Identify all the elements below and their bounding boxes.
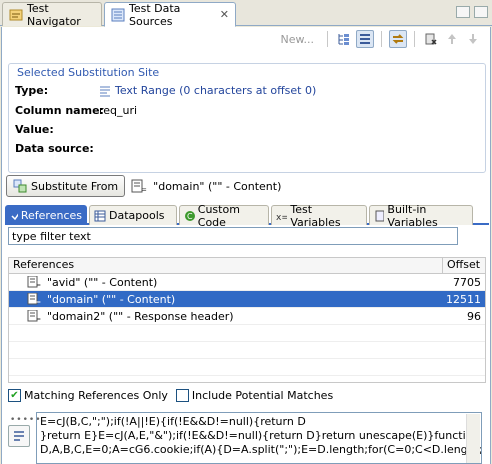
tab-datapools[interactable]: Datapools (89, 205, 177, 225)
svg-text:=: = (36, 282, 41, 288)
column-header-references[interactable]: References (9, 258, 443, 273)
row-label: "domain" ("" - Content) (47, 292, 176, 306)
remove-substitution-icon[interactable] (422, 30, 440, 48)
view-toolbar: New... (1, 27, 491, 51)
tab-custom-code-label: Custom Code (197, 202, 240, 229)
table-row-empty (9, 325, 485, 342)
toolbar-separator (414, 31, 415, 47)
value-label: Value: (15, 123, 54, 136)
checkbox-unchecked[interactable] (175, 389, 189, 402)
type-label: Type: (15, 84, 49, 97)
builtin-variable-icon (375, 210, 385, 221)
tab-test-variables-label: Test Variables (290, 202, 341, 229)
tab-test-variables[interactable]: x= Test Variables (271, 203, 367, 229)
tab-datapools-label: Datapools (109, 209, 165, 222)
tab-references[interactable]: References (5, 205, 87, 225)
toolbar-separator (327, 31, 328, 47)
move-down-icon (464, 30, 482, 48)
matching-references-checkbox[interactable]: ✔ Matching References Only (8, 389, 168, 402)
column-name-label: Column name: (15, 104, 104, 117)
svg-text:=: = (36, 299, 41, 305)
type-value-text: Text Range (0 characters at offset 0) (115, 84, 317, 97)
reference-icon: = (27, 293, 41, 305)
row-offset: 7705 (453, 275, 481, 289)
tree-view-icon[interactable] (335, 30, 353, 48)
svg-text:C: C (187, 212, 193, 221)
code-line: E=cJ(B,C,";");if(!A||!E){if(!E&&D!=null)… (40, 415, 306, 428)
checkbox-label: Matching References Only (24, 389, 168, 402)
tab-test-navigator[interactable]: Test Navigator (2, 1, 102, 28)
custom-code-icon: C (185, 210, 195, 221)
row-offset: 12511 (446, 292, 481, 306)
toolbar-separator (381, 31, 382, 47)
svg-text:x=: x= (276, 213, 287, 222)
substitute-from-label: Substitute From (31, 179, 119, 193)
substitute-current-value: = "domain" ("" - Content) (131, 179, 281, 193)
svg-text:=: = (36, 316, 41, 322)
list-view-icon[interactable] (356, 30, 374, 48)
reference-icon: = (27, 276, 41, 288)
table-row-empty (9, 342, 485, 359)
reference-icon: = (131, 179, 147, 193)
content-preview[interactable]: E=cJ(B,C,";");if(!A||!E){if(!E&&D!=null)… (36, 412, 482, 464)
tab-label: Test Data Sources (129, 1, 181, 28)
column-name-value: req_uri (99, 104, 138, 117)
tab-builtin-variables-label: Built-in Variables (387, 202, 438, 229)
checkbox-checked[interactable]: ✔ (8, 389, 21, 402)
substitute-from-button[interactable]: Substitute From (6, 175, 126, 197)
maximize-button[interactable] (474, 6, 488, 18)
code-line: }return E}E=cJ(A,E,"&");if(!E&&D!=null){… (40, 429, 482, 442)
tab-custom-code[interactable]: C Custom Code (179, 203, 269, 229)
link-editor-icon[interactable] (389, 30, 407, 48)
tab-test-data-sources[interactable]: Test Data Sources ✕ (104, 1, 236, 28)
substitute-row: Substitute From = "domain" ("" - Content… (6, 173, 490, 199)
references-table: References Offset = "avid" ("" - Content)… (8, 257, 486, 383)
type-value[interactable]: Text Range (0 characters at offset 0) (99, 84, 316, 97)
data-source-label: Data source: (15, 142, 94, 155)
checkbox-label: Include Potential Matches (191, 389, 334, 402)
code-line: D,A,B,C,E=0;A=cG6.cookie;if(A){D=A.split… (40, 443, 482, 456)
variable-icon: x= (276, 213, 287, 222)
filter-input[interactable] (8, 227, 458, 245)
include-potential-matches-checkbox[interactable]: Include Potential Matches (175, 389, 334, 402)
row-label: "domain2" ("" - Response header) (47, 309, 234, 323)
row-offset: 96 (467, 309, 481, 323)
tab-references-label: References (20, 209, 82, 222)
table-row[interactable]: = "domain2" ("" - Response header) 96 (9, 308, 485, 325)
table-header: References Offset (9, 258, 485, 274)
datapool-icon (94, 210, 106, 221)
substitute-icon (13, 179, 27, 193)
new-button[interactable]: New... (281, 33, 314, 46)
group-title: Selected Substitution Site (15, 66, 162, 79)
table-row-selected[interactable]: = "domain" ("" - Content) 12511 (9, 291, 485, 308)
wrap-text-button[interactable] (8, 425, 30, 447)
vertical-scrollbar[interactable] (466, 414, 480, 463)
tab-builtin-variables[interactable]: Built-in Variables (369, 203, 473, 229)
minimize-button[interactable] (456, 6, 470, 18)
column-header-offset[interactable]: Offset (443, 258, 485, 273)
drag-handle[interactable]: ••••• (10, 415, 41, 425)
text-range-icon (100, 86, 110, 96)
data-sources-panel: Selected Substitution Site Type: Text Ra… (1, 51, 491, 464)
reference-icon: = (27, 310, 41, 322)
table-row[interactable]: = "avid" ("" - Content) 7705 (9, 274, 485, 291)
substitute-value-text: "domain" ("" - Content) (153, 179, 282, 193)
filter-options: ✔ Matching References Only Include Poten… (8, 389, 333, 402)
view-tab-bar: Test Navigator Test Data Sources ✕ (0, 0, 492, 28)
references-icon (11, 213, 18, 220)
table-row-empty (9, 359, 485, 376)
wrap-text-icon (14, 431, 24, 441)
substitution-site-group: Selected Substitution Site Type: Text Ra… (8, 63, 486, 173)
svg-text:=: = (141, 186, 147, 193)
tab-label: Test Navigator (27, 1, 81, 28)
data-sources-icon (111, 8, 125, 22)
close-icon[interactable]: ✕ (220, 8, 229, 21)
navigator-icon (9, 8, 23, 22)
inner-tab-bar: References Datapools C Custom Code x= Te… (5, 203, 489, 229)
row-label: "avid" ("" - Content) (47, 275, 158, 289)
move-up-icon (443, 30, 461, 48)
